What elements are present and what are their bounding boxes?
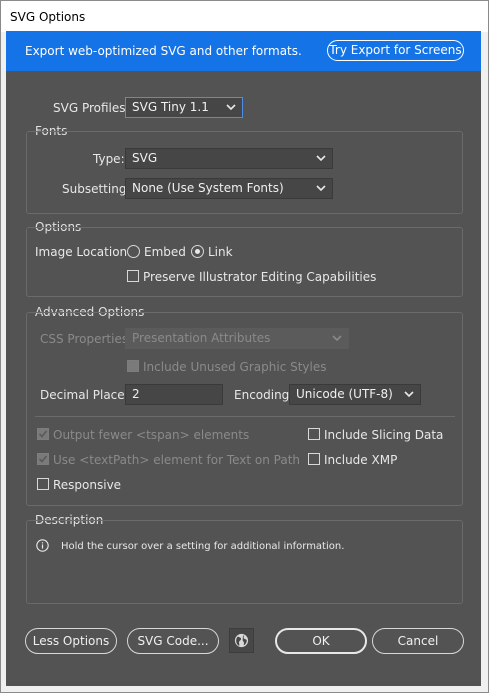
chevron-down-icon xyxy=(315,152,327,164)
svg-code-button[interactable]: SVG Code... xyxy=(127,628,219,654)
svg-profiles-label: SVG Profiles: xyxy=(53,101,130,115)
unused-styles-checkbox[interactable] xyxy=(127,360,139,372)
xmp-checkbox[interactable] xyxy=(308,453,320,465)
globe-icon xyxy=(234,633,249,648)
chevron-down-icon xyxy=(225,101,237,113)
svg-profiles-value: SVG Tiny 1.1 xyxy=(132,100,209,114)
less-options-button[interactable]: Less Options xyxy=(25,628,117,654)
encoding-value: Unicode (UTF-8) xyxy=(296,387,393,401)
responsive-label: Responsive xyxy=(53,478,122,492)
fonts-group xyxy=(26,131,463,214)
decimal-places-label: Decimal Places: xyxy=(40,388,135,402)
unused-styles-label: Include Unused Graphic Styles xyxy=(143,360,327,374)
responsive-checkbox[interactable] xyxy=(37,478,49,490)
css-properties-select[interactable]: Presentation Attributes xyxy=(125,328,349,349)
window-title: SVG Options xyxy=(10,10,86,24)
slicing-data-label: Include Slicing Data xyxy=(324,428,444,442)
subsetting-label: Subsetting: xyxy=(62,182,131,196)
globe-button[interactable] xyxy=(229,628,254,653)
check-icon xyxy=(38,455,48,463)
encoding-select[interactable]: Unicode (UTF-8) xyxy=(289,384,421,405)
link-label: Link xyxy=(208,245,233,259)
subsetting-select[interactable]: None (Use System Fonts) xyxy=(125,178,333,199)
advanced-divider xyxy=(35,416,455,417)
textpath-label: Use <textPath> element for Text on Path xyxy=(53,453,301,467)
image-location-label: Image Location: xyxy=(35,245,132,259)
svg-profiles-select[interactable]: SVG Tiny 1.1 xyxy=(125,97,243,118)
chevron-down-icon xyxy=(331,332,343,344)
chevron-down-icon xyxy=(403,388,415,400)
subsetting-value: None (Use System Fonts) xyxy=(132,181,284,195)
cancel-button[interactable]: Cancel xyxy=(372,628,464,654)
try-export-for-screens-button[interactable]: Try Export for Screens xyxy=(327,40,464,61)
css-properties-value: Presentation Attributes xyxy=(132,331,271,345)
description-text: Hold the cursor over a setting for addit… xyxy=(61,541,345,552)
info-icon xyxy=(36,539,49,552)
options-group xyxy=(26,227,463,297)
check-icon xyxy=(38,430,48,438)
font-type-value: SVG xyxy=(132,151,158,165)
encoding-label: Encoding: xyxy=(234,388,294,402)
title-bar: SVG Options xyxy=(1,1,488,32)
link-radio[interactable] xyxy=(191,245,204,258)
preserve-editing-checkbox[interactable] xyxy=(127,270,139,282)
banner-message: Export web-optimized SVG and other forma… xyxy=(25,44,302,58)
decimal-places-input[interactable]: 2 xyxy=(125,384,223,405)
xmp-label: Include XMP xyxy=(324,453,398,467)
description-group xyxy=(26,520,463,604)
embed-radio[interactable] xyxy=(127,245,140,258)
embed-label: Embed xyxy=(144,245,186,259)
textpath-checkbox[interactable] xyxy=(37,453,49,465)
css-properties-label: CSS Properties: xyxy=(40,332,133,346)
font-type-label: Type: xyxy=(93,152,125,166)
tspan-checkbox[interactable] xyxy=(37,428,49,440)
ok-button[interactable]: OK xyxy=(275,628,367,654)
font-type-select[interactable]: SVG xyxy=(125,148,333,169)
preserve-editing-label: Preserve Illustrator Editing Capabilitie… xyxy=(143,270,377,284)
chevron-down-icon xyxy=(315,182,327,194)
slicing-data-checkbox[interactable] xyxy=(308,428,320,440)
tspan-label: Output fewer <tspan> elements xyxy=(53,428,250,442)
export-banner: Export web-optimized SVG and other forma… xyxy=(6,31,481,71)
